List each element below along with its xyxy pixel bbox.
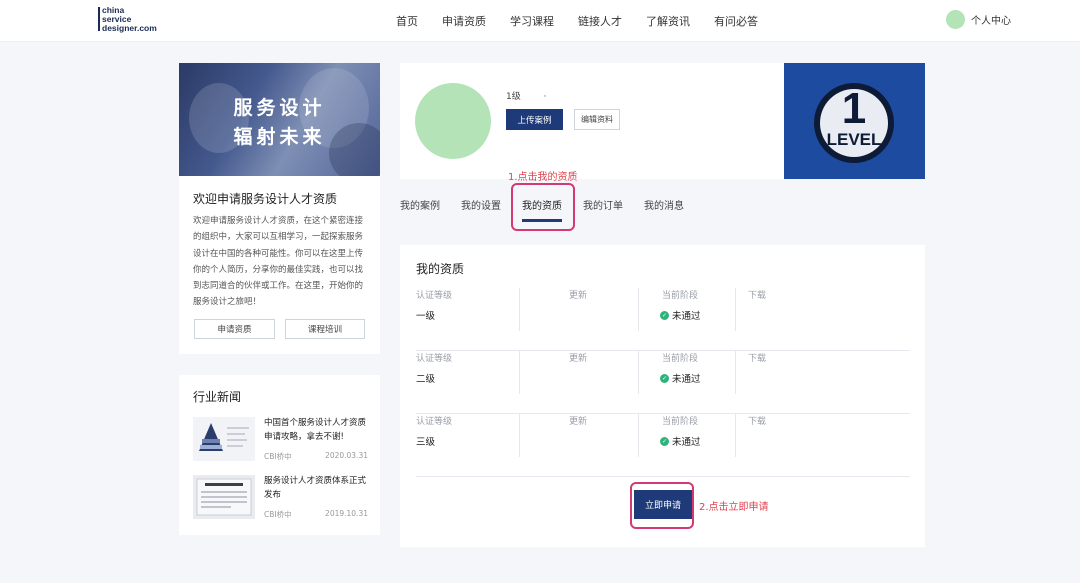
check-icon: ✓ (660, 373, 669, 383)
news-date: 2019.10.31 (325, 509, 368, 518)
news-item[interactable]: 服务设计人才资质体系正式发布 CBI桥中 2019.10.31 (193, 475, 368, 523)
col-level-label: 认证等级 (416, 291, 453, 301)
profile-level-label: 1级 · (506, 89, 546, 102)
col-level-label: 认证等级 (416, 417, 453, 427)
upload-case-button[interactable]: 上传案例 (506, 109, 563, 130)
status-badge: ✓ 未通过 (660, 434, 701, 448)
nav-item-talent[interactable]: 链接人才 (578, 13, 622, 29)
news-source: CBI桥中 (264, 510, 292, 519)
status-badge: ✓ 未通过 (660, 308, 701, 322)
col-update-label: 更新 (569, 417, 588, 427)
tab-my-orders[interactable]: 我的订单 (583, 197, 623, 212)
status-badge: ✓ 未通过 (660, 371, 701, 385)
news-title: 服务设计人才资质体系正式发布 (264, 476, 367, 500)
highlight-apply-now-button (630, 482, 694, 529)
tab-my-messages[interactable]: 我的消息 (644, 197, 684, 212)
status-text: 未通过 (672, 437, 701, 448)
tab-my-cases[interactable]: 我的案例 (400, 197, 440, 212)
site-logo[interactable]: china service designer.com (98, 6, 170, 34)
qualification-row: 认证等级 一级 更新 当前阶段 ✓ 未通过 下载 (416, 288, 910, 351)
news-item[interactable]: 中国首个服务设计人才资质申请攻略，拿去不谢! CBI桥中 2020.03.31 (193, 417, 368, 465)
nav-item-apply[interactable]: 申请资质 (442, 13, 486, 29)
level-1-badge: 1 LEVEL (784, 63, 925, 179)
col-stage-label: 当前阶段 (662, 291, 699, 301)
main-nav: 首页 申请资质 学习课程 链接人才 了解资讯 有问必答 (396, 13, 782, 29)
check-icon: ✓ (660, 436, 669, 446)
col-update-label: 更新 (569, 354, 588, 364)
nav-item-qa[interactable]: 有问必答 (714, 13, 758, 29)
qualification-row: 认证等级 二级 更新 当前阶段 ✓ 未通过 下载 (416, 351, 910, 414)
intro-card: 服务设计 辐射未来 欢迎申请服务设计人才资质 欢迎申请服务设计人才资质，在这个紧… (179, 63, 380, 354)
banner-title-line2: 辐射未来 (233, 126, 326, 148)
news-source: CBI桥中 (264, 452, 292, 461)
apply-qualification-button[interactable]: 申请资质 (194, 319, 275, 339)
tab-my-settings[interactable]: 我的设置 (461, 197, 501, 212)
status-text: 未通过 (672, 374, 701, 385)
intro-banner-image: 服务设计 辐射未来 (179, 63, 380, 176)
annotation-step2: 2.点击立即申请 (699, 502, 769, 513)
qualification-row: 认证等级 三级 更新 当前阶段 ✓ 未通过 下载 (416, 414, 910, 477)
user-avatar (946, 10, 965, 29)
level-value: 二级 (416, 374, 436, 385)
logo-bar (98, 7, 100, 31)
col-update-label: 更新 (569, 291, 588, 301)
profile-card: 1级 · 上传案例 编辑资料 1 LEVEL (400, 63, 925, 179)
nav-item-home[interactable]: 首页 (396, 13, 418, 29)
col-download-label[interactable]: 下载 (748, 414, 766, 427)
profile-avatar (415, 83, 491, 159)
col-download-label[interactable]: 下载 (748, 351, 766, 364)
news-card: 行业新闻 中国首个服务设计人才资质申请攻略，拿去不谢! CBI桥中 2020.0… (179, 375, 380, 535)
level-value: 三级 (416, 437, 436, 448)
col-level-label: 认证等级 (416, 354, 453, 364)
level-value: 一级 (416, 311, 436, 322)
news-thumbnail (193, 475, 255, 519)
course-training-button[interactable]: 课程培训 (285, 319, 365, 339)
user-center-link[interactable]: 个人中心 (946, 10, 1011, 29)
col-stage-label: 当前阶段 (662, 417, 699, 427)
top-header: china service designer.com 首页 申请资质 学习课程 … (0, 0, 1080, 42)
nav-item-news[interactable]: 了解资讯 (646, 13, 690, 29)
edit-profile-button[interactable]: 编辑资料 (574, 109, 620, 130)
banner-title-line1: 服务设计 (233, 97, 326, 119)
badge-text: LEVEL (827, 130, 882, 149)
col-download-label[interactable]: 下载 (748, 288, 766, 301)
profile-tabs: 我的案例 我的设置 我的资质 我的订单 我的消息 (400, 197, 705, 222)
logo-text: china service designer.com (102, 5, 157, 33)
col-stage-label: 当前阶段 (662, 354, 699, 364)
level-badge-icon: 1 LEVEL (784, 63, 925, 179)
tab-my-qualification[interactable]: 我的资质 (522, 197, 562, 222)
profile-level-dot: · (543, 92, 547, 102)
status-text: 未通过 (672, 311, 701, 322)
qualification-heading: 我的资质 (416, 262, 465, 276)
intro-body: 欢迎申请服务设计人才资质，在这个紧密连接的组织中，大家可以互相学习，一起探索服务… (193, 216, 364, 308)
annotation-step1: 1.点击我的资质 (508, 172, 578, 183)
badge-number: 1 (842, 84, 866, 133)
news-title: 中国首个服务设计人才资质申请攻略，拿去不谢! (264, 418, 367, 442)
news-thumbnail (193, 417, 255, 461)
check-icon: ✓ (660, 310, 669, 320)
news-heading: 行业新闻 (193, 390, 242, 404)
news-date: 2020.03.31 (325, 451, 368, 460)
user-center-label: 个人中心 (971, 16, 1011, 27)
intro-heading: 欢迎申请服务设计人才资质 (193, 192, 338, 206)
profile-level-value: 1级 (506, 92, 521, 102)
nav-item-courses[interactable]: 学习课程 (510, 13, 554, 29)
